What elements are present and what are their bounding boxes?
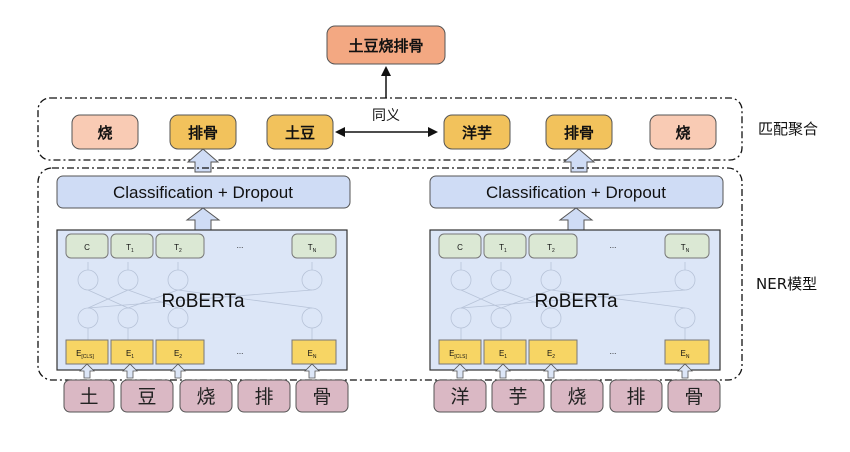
- right-input-char-3: 排: [609, 379, 663, 413]
- svg-text:排: 排: [626, 386, 645, 408]
- diagram-canvas: 土豆烧排骨 匹配聚合 烧 排骨 土豆 同义 洋芋 排骨 烧 NER模型 Clas…: [37, 25, 818, 413]
- match-left-word-0: 烧: [71, 114, 139, 150]
- left-input-char-0: 土: [63, 379, 115, 413]
- right-classifier-label: Classification + Dropout: [486, 183, 666, 202]
- match-group-label: 匹配聚合: [758, 120, 818, 138]
- left-input-char-1: 豆: [120, 379, 174, 413]
- match-right-word-0: 洋芋: [443, 114, 511, 150]
- left-encoder-label: RoBERTa: [161, 291, 245, 312]
- svg-text:骨: 骨: [312, 386, 331, 408]
- svg-text:芋: 芋: [508, 386, 527, 408]
- right-bottom-token-4: EN: [664, 339, 710, 365]
- synonym-label: 同义: [372, 108, 400, 124]
- svg-text:排: 排: [254, 386, 273, 408]
- right-input-char-0: 洋: [433, 379, 487, 413]
- right-bottom-token-0: E[CLS]: [438, 339, 482, 365]
- match-left-word-2: 土豆: [266, 114, 334, 150]
- right-top-token-1: T1: [483, 233, 527, 259]
- left-input-chars: 土 豆 烧 排 骨: [63, 379, 349, 413]
- svg-text:骨: 骨: [684, 386, 703, 408]
- left-top-token-4: TN: [291, 233, 337, 259]
- left-input-char-3: 排: [237, 379, 291, 413]
- svg-text:C: C: [84, 243, 90, 252]
- left-bottom-token-4: EN: [291, 339, 337, 365]
- left-top-token-2: T2: [155, 233, 205, 259]
- right-bottom-token-1: E1: [483, 339, 527, 365]
- svg-text:排骨: 排骨: [564, 124, 594, 142]
- right-input-chars: 洋 芋 烧 排 骨: [433, 379, 721, 413]
- svg-text:烧: 烧: [97, 124, 112, 142]
- left-model: Classification + Dropout RoBERTa C T1 T2…: [56, 175, 351, 371]
- match-right-word-2: 烧: [649, 114, 717, 150]
- right-top-token-4: TN: [664, 233, 710, 259]
- match-left-word-1: 排骨: [169, 114, 237, 150]
- svg-text:洋: 洋: [450, 386, 469, 408]
- right-input-char-1: 芋: [491, 379, 545, 413]
- left-bottom-token-3: ...: [237, 347, 244, 356]
- left-classifier-label: Classification + Dropout: [113, 183, 293, 202]
- right-input-char-2: 烧: [550, 379, 604, 413]
- svg-text:土豆: 土豆: [285, 124, 315, 142]
- left-bottom-token-2: E2: [155, 339, 205, 365]
- output-node: 土豆烧排骨: [326, 25, 446, 65]
- left-top-token-3: ...: [237, 241, 244, 250]
- left-top-token-1: T1: [110, 233, 154, 259]
- right-top-token-3: ...: [610, 241, 617, 250]
- synonym-arrow-left-head: [335, 127, 345, 137]
- right-input-char-4: 骨: [667, 379, 721, 413]
- right-bottom-token-2: E2: [528, 339, 578, 365]
- svg-text:烧: 烧: [567, 386, 586, 408]
- right-model: Classification + Dropout RoBERTa C T1 T2…: [429, 175, 724, 371]
- svg-text:C: C: [457, 243, 463, 252]
- svg-text:烧: 烧: [675, 124, 690, 142]
- right-encoder-label: RoBERTa: [534, 291, 618, 312]
- left-top-token-0: C: [65, 233, 109, 259]
- left-bottom-token-0: E[CLS]: [65, 339, 109, 365]
- match-right-word-1: 排骨: [545, 114, 613, 150]
- svg-text:烧: 烧: [196, 386, 215, 408]
- left-input-char-2: 烧: [179, 379, 233, 413]
- ner-group-label: NER模型: [756, 275, 817, 293]
- right-bottom-token-3: ...: [610, 347, 617, 356]
- left-input-char-4: 骨: [295, 379, 349, 413]
- svg-text:排骨: 排骨: [188, 124, 218, 142]
- svg-text:豆: 豆: [137, 386, 156, 408]
- svg-text:土: 土: [79, 386, 98, 408]
- right-top-token-0: C: [438, 233, 482, 259]
- left-bottom-token-1: E1: [110, 339, 154, 365]
- svg-text:洋芋: 洋芋: [462, 124, 492, 142]
- right-encoder-to-classifier-arrow: [558, 207, 594, 231]
- left-encoder-to-classifier-arrow: [185, 207, 221, 231]
- output-label: 土豆烧排骨: [348, 37, 423, 55]
- right-top-token-2: T2: [528, 233, 578, 259]
